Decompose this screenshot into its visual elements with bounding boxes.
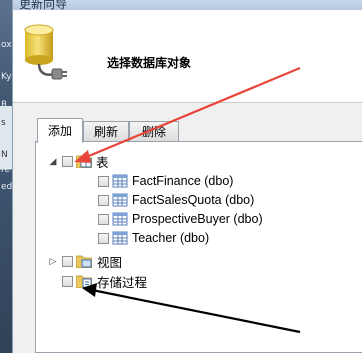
- page-title: 选择数据库对象: [107, 56, 192, 70]
- database-plug-icon: [24, 24, 67, 80]
- background-text: re: [1, 165, 11, 175]
- tab-label: 添加: [47, 124, 72, 138]
- tree-node-views[interactable]: ▷ 视图: [48, 252, 122, 270]
- tree-item-table[interactable]: ProspectiveBuyer (dbo): [98, 210, 263, 228]
- tree-item-table[interactable]: FactFinance (dbo): [98, 172, 233, 190]
- background-text: s: [1, 118, 6, 128]
- tree-label: FactFinance (dbo): [132, 174, 234, 188]
- update-wizard-dialog: 更新向导 选择数据库对象 添加 刷新 删除 ◢ 表 FactFinance (d…: [12, 0, 362, 353]
- window-title: 更新向导: [19, 0, 68, 10]
- table-checkbox[interactable]: [98, 213, 109, 225]
- tree-label: FactSalesQuota (dbo): [132, 193, 255, 207]
- tree-label: 视图: [97, 254, 123, 270]
- tree-node-procedures[interactable]: 存储过程: [62, 272, 147, 290]
- tree-node-tables[interactable]: ◢ 表: [48, 152, 109, 170]
- tree-item-table[interactable]: Teacher (dbo): [98, 229, 209, 247]
- table-icon: [112, 231, 128, 245]
- view-folder-icon: [76, 255, 92, 268]
- table-icon: [112, 212, 128, 226]
- background-text: Ky: [1, 72, 12, 82]
- tree-label: ProspectiveBuyer (dbo): [132, 212, 263, 226]
- tables-checkbox[interactable]: [62, 155, 73, 167]
- table-checkbox[interactable]: [98, 175, 109, 187]
- tab-label: 删除: [141, 125, 166, 139]
- wizard-header: 选择数据库对象: [13, 10, 362, 103]
- tree-label: 存储过程: [97, 274, 148, 290]
- views-checkbox[interactable]: [62, 255, 73, 267]
- procedure-folder-icon: [76, 275, 92, 288]
- background-text: ed: [1, 182, 13, 192]
- tree-label: 表: [96, 154, 109, 170]
- tree-label: Teacher (dbo): [132, 231, 210, 245]
- table-checkbox[interactable]: [98, 194, 109, 206]
- collapse-triangle-icon[interactable]: ◢: [48, 156, 58, 167]
- background-text: ox: [1, 40, 12, 50]
- background-text: N: [1, 150, 8, 160]
- table-checkbox[interactable]: [98, 232, 109, 244]
- tab-refresh[interactable]: 刷新: [83, 121, 129, 142]
- table-icon: [112, 174, 128, 188]
- procedures-checkbox[interactable]: [62, 275, 73, 287]
- background-window-strip: [0, 0, 12, 353]
- tree-item-table[interactable]: FactSalesQuota (dbo): [98, 191, 254, 209]
- expand-triangle-icon[interactable]: ▷: [48, 256, 58, 267]
- background-text: R: [1, 100, 8, 110]
- object-tree-panel: ◢ 表 FactFinance (dbo) FactSalesQuota (db…: [35, 141, 362, 353]
- tab-add[interactable]: 添加: [37, 118, 83, 143]
- table-folder-icon: [76, 155, 92, 168]
- tab-label: 刷新: [93, 125, 118, 139]
- table-icon: [112, 193, 128, 207]
- title-bar[interactable]: 更新向导: [13, 0, 362, 10]
- tab-delete[interactable]: 删除: [129, 121, 179, 142]
